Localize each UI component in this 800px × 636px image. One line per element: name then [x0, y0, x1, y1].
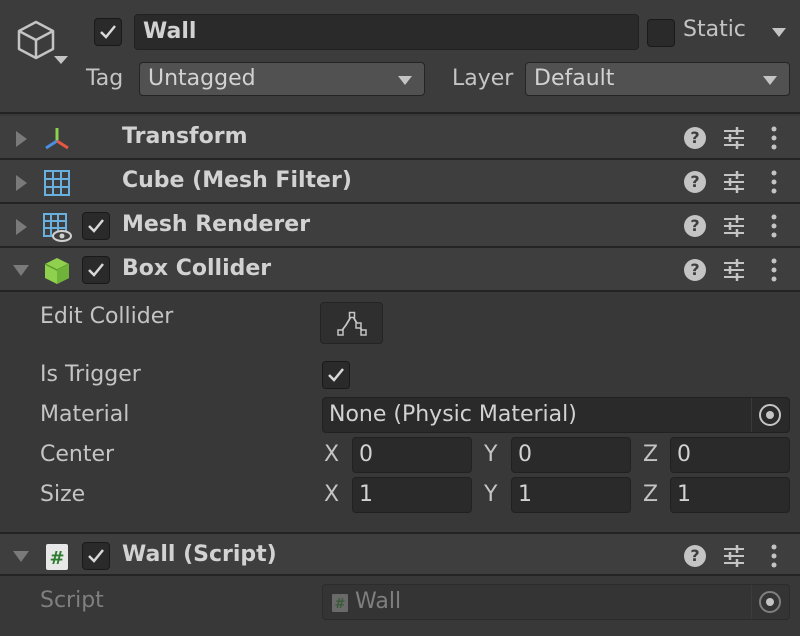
tag-value: Untagged	[148, 66, 256, 91]
checkmark-icon	[100, 25, 116, 39]
enabled-checkbox[interactable]	[82, 542, 110, 570]
box-collider-icon	[44, 258, 70, 284]
material-object-field[interactable]: None (Physic Material)	[322, 397, 790, 433]
presets-icon[interactable]	[722, 126, 746, 150]
center-x-label: X	[324, 442, 340, 467]
checkmark-icon	[328, 368, 344, 382]
size-z-input[interactable]: 1	[670, 477, 790, 513]
static-label: Static	[683, 17, 746, 42]
script-icon: #	[46, 544, 68, 570]
script-file-icon: #	[332, 594, 348, 612]
material-label: Material	[40, 402, 130, 427]
center-x-input[interactable]: 0	[352, 437, 472, 473]
center-z-label: Z	[643, 442, 659, 467]
foldout-arrow-icon[interactable]	[13, 265, 29, 276]
edit-bounds-icon	[337, 311, 367, 336]
presets-icon[interactable]	[722, 258, 746, 282]
object-picker-icon	[759, 591, 781, 613]
svg-text:#: #	[335, 597, 346, 612]
size-z-label: Z	[643, 482, 659, 507]
kebab-menu-icon[interactable]	[764, 125, 784, 151]
is-trigger-label: Is Trigger	[40, 362, 141, 387]
edit-collider-button[interactable]	[320, 302, 383, 344]
presets-icon[interactable]	[722, 170, 746, 194]
is-trigger-checkbox[interactable]	[322, 361, 350, 389]
center-z-input[interactable]: 0	[670, 437, 790, 473]
presets-icon[interactable]	[722, 214, 746, 238]
mesh-renderer-icon	[43, 213, 72, 242]
checkmark-icon	[88, 263, 104, 277]
edit-collider-label: Edit Collider	[40, 304, 174, 329]
help-icon[interactable]: ?	[684, 259, 706, 281]
icon-dropdown-caret-icon[interactable]	[54, 56, 68, 64]
component-title: Mesh Renderer	[122, 212, 311, 237]
help-icon[interactable]: ?	[684, 545, 706, 567]
static-checkbox[interactable]	[647, 19, 675, 47]
size-y-label: Y	[484, 482, 498, 507]
svg-text:#: #	[49, 548, 64, 569]
chevron-down-icon	[763, 76, 777, 85]
help-icon[interactable]: ?	[684, 127, 706, 149]
script-object-field: # Wall	[322, 584, 790, 620]
gameobject-header: Wall Static Tag Untagged Layer Default	[0, 0, 800, 114]
component-title: Wall (Script)	[122, 542, 277, 567]
object-picker-icon	[759, 404, 781, 426]
foldout-arrow-icon[interactable]	[16, 175, 27, 191]
component-header-mesh-renderer[interactable]: Mesh Renderer ?	[0, 204, 800, 248]
component-title: Cube (Mesh Filter)	[122, 168, 352, 193]
center-y-label: Y	[484, 442, 498, 467]
foldout-arrow-icon[interactable]	[16, 219, 27, 235]
size-y-input[interactable]: 1	[511, 477, 631, 513]
kebab-menu-icon[interactable]	[764, 169, 784, 195]
script-value: Wall	[355, 589, 402, 614]
help-icon[interactable]: ?	[684, 171, 706, 193]
kebab-menu-icon[interactable]	[764, 543, 784, 569]
presets-icon[interactable]	[722, 544, 746, 568]
component-title: Transform	[122, 124, 248, 149]
transform-icon	[45, 128, 69, 150]
tag-label: Tag	[86, 66, 124, 91]
enabled-checkbox[interactable]	[82, 256, 110, 284]
help-icon[interactable]: ?	[684, 215, 706, 237]
material-value: None (Physic Material)	[329, 402, 577, 427]
foldout-arrow-icon[interactable]	[13, 551, 29, 562]
component-title: Box Collider	[122, 256, 272, 281]
component-header-box-collider[interactable]: Box Collider ?	[0, 248, 800, 292]
enabled-checkbox[interactable]	[82, 212, 110, 240]
size-x-label: X	[324, 482, 340, 507]
mesh-filter-icon	[44, 170, 70, 196]
checkmark-icon	[88, 219, 104, 233]
chevron-down-icon	[398, 76, 412, 85]
layer-value: Default	[534, 66, 615, 91]
gameobject-cube-icon[interactable]	[14, 18, 58, 62]
object-picker-button	[751, 585, 789, 619]
gameobject-name-input[interactable]: Wall	[134, 14, 639, 50]
component-header-wall-script[interactable]: # Wall (Script) ?	[0, 532, 800, 576]
component-header-mesh-filter[interactable]: Cube (Mesh Filter) ?	[0, 160, 800, 204]
kebab-menu-icon[interactable]	[764, 213, 784, 239]
component-header-transform[interactable]: Transform ?	[0, 116, 800, 160]
checkmark-icon	[88, 549, 104, 563]
layer-dropdown[interactable]: Default	[525, 62, 790, 96]
kebab-menu-icon[interactable]	[764, 257, 784, 283]
center-y-input[interactable]: 0	[511, 437, 631, 473]
tag-dropdown[interactable]: Untagged	[139, 62, 425, 96]
layer-label: Layer	[452, 66, 514, 91]
static-dropdown-caret-icon[interactable]	[772, 28, 786, 37]
object-picker-button[interactable]	[751, 398, 789, 432]
foldout-arrow-icon[interactable]	[16, 131, 27, 147]
script-label: Script	[40, 588, 104, 613]
size-label: Size	[40, 482, 86, 507]
center-label: Center	[40, 442, 115, 467]
size-x-input[interactable]: 1	[352, 477, 472, 513]
active-checkbox[interactable]	[94, 18, 122, 46]
